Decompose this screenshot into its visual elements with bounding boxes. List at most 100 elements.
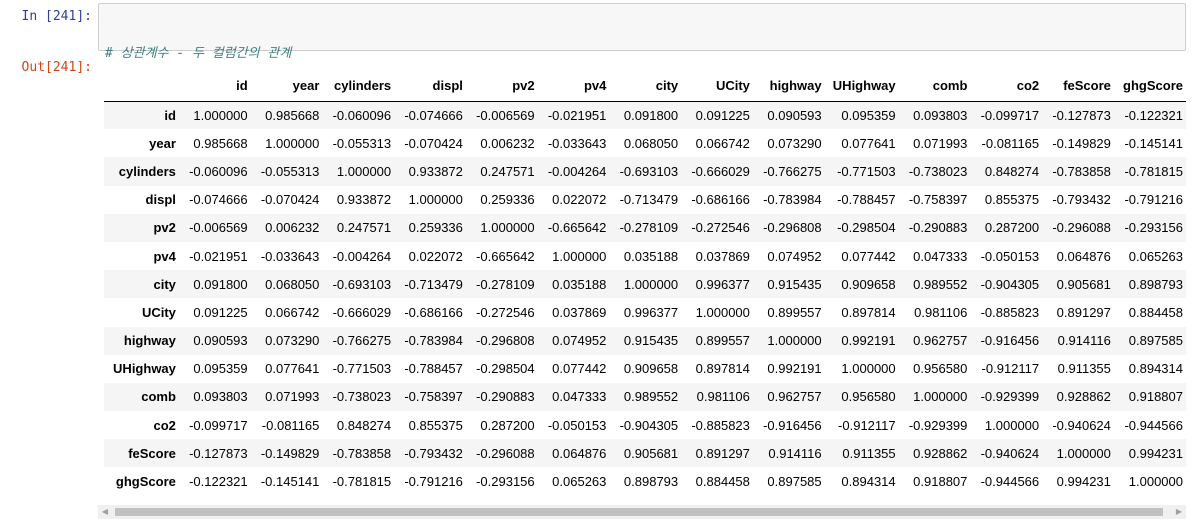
table-cell: 0.928862 [1056,389,1111,405]
table-cell: 0.073290 [265,333,320,349]
table-cell: 0.287200 [984,220,1040,236]
table-cell: 0.985668 [193,135,248,151]
table-cell: -0.666029 [332,304,392,320]
table-cell: -0.296088 [476,445,535,461]
table-cell: -0.099717 [980,107,1040,123]
table-cell: 1.000000 [913,389,968,405]
table-cell: -0.070424 [404,135,463,151]
table-cell: -0.686166 [691,192,750,208]
column-header: id [178,71,251,102]
table-cell: -0.666029 [691,163,750,179]
triangle-left-icon[interactable]: ◀ [98,505,112,519]
table-cell: 1.000000 [695,304,750,320]
table-cell: 0.095359 [841,107,896,123]
row-label: feScore [128,445,176,461]
table-cell: 0.909658 [623,361,679,377]
table-cell: 0.077641 [265,361,320,377]
table-cell: 0.914116 [768,445,822,461]
table-cell: 0.891297 [1056,304,1111,320]
output-area: id year cylinders displ pv2 pv4 city UCity highw… [104,71,1186,502]
table-cell: 0.914116 [1057,333,1111,349]
scrollbar-thumb[interactable] [115,508,1163,516]
table-cell: -0.060096 [189,163,248,179]
table-cell: 0.905681 [1056,276,1111,292]
table-cell: 1.000000 [408,192,463,208]
column-header: year [250,71,323,102]
horizontal-scrollbar[interactable]: ◀ ▶ [98,505,1186,519]
table-cell: -0.272546 [691,220,750,236]
table-cell: 0.071993 [265,389,320,405]
column-header: UCity [681,71,753,102]
table-cell: -0.296808 [763,220,822,236]
table-cell: -0.060096 [332,107,392,123]
table-cell: 0.898793 [623,474,679,490]
table-cell: -0.298504 [837,220,896,236]
table-cell: 0.247571 [480,163,535,179]
table-row: UHighway 0.095359 0.077641 -0.771503 -0.7884… [104,355,1186,383]
table-cell: -0.944566 [1124,417,1183,433]
table-row: co2 -0.099717 -0.081165 0.848274 0.855375 0.2… [104,411,1186,439]
table-cell: 0.884458 [695,474,750,490]
table-cell: 0.911355 [842,445,896,461]
table-cell: 0.064876 [552,445,607,461]
table-cell: 0.022072 [408,248,463,264]
table-cell: -0.771503 [332,361,392,377]
table-cell: 0.897814 [841,304,896,320]
table-cell: 0.918807 [913,474,968,490]
table-cell: -0.791216 [1124,192,1183,208]
table-cell: 0.091800 [193,276,248,292]
table-cell: -0.099717 [189,417,248,433]
output-prompt: Out[241]: [21,60,92,75]
table-cell: -0.940624 [980,445,1040,461]
row-label: highway [123,333,176,349]
table-cell: 0.897585 [767,474,822,490]
table-cell: -0.004264 [547,163,607,179]
table-cell: 1.000000 [767,333,822,349]
table-cell: -0.145141 [1124,135,1183,151]
table-cell: 0.899557 [695,333,750,349]
table-cell: 0.996377 [623,304,679,320]
index-header [104,71,179,102]
table-cell: -0.713479 [619,192,679,208]
table-cell: -0.006569 [476,107,535,123]
table-cell: -0.766275 [763,163,822,179]
table-cell: 0.897585 [1128,333,1183,349]
table-cell: -0.296088 [1052,220,1111,236]
table-cell: 0.899557 [767,304,822,320]
table-cell: 0.855375 [408,417,463,433]
table-row: id 1.000000 0.985668 -0.060096 -0.074666 -0.0… [104,101,1186,130]
triangle-right-icon[interactable]: ▶ [1172,505,1186,519]
table-cell: -0.074666 [404,107,463,123]
table-cell: 0.996377 [695,276,750,292]
table-cell: -0.033643 [260,248,320,264]
table-cell: 0.006232 [480,135,535,151]
table-cell: 0.077641 [841,135,896,151]
header-row: id year cylinders displ pv2 pv4 city UCity highw… [104,71,1186,102]
table-cell: -0.006569 [189,220,248,236]
table-cell: 0.035188 [552,276,607,292]
table-cell: 0.928862 [913,445,968,461]
table-row: feScore -0.127873 -0.149829 -0.783858 -0.793… [104,439,1186,468]
table-cell: -0.693103 [332,276,392,292]
table-cell: 0.933872 [336,192,392,208]
table-cell: -0.272546 [476,304,535,320]
row-label: co2 [153,417,176,433]
table-cell: 0.047333 [913,248,968,264]
table-cell: -0.050153 [547,417,607,433]
table-cell: -0.783984 [763,192,822,208]
table-cell: 1.000000 [552,248,607,264]
table-cell: 0.066742 [265,304,320,320]
row-label: cylinders [118,163,176,179]
code-cell-input[interactable]: # 상관계수 - 두 컬럼간의 관계 df.corr() [98,3,1186,115]
table-cell: -0.783858 [332,445,392,461]
table-cell: -0.149829 [1052,135,1111,151]
table-row: displ -0.074666 -0.070424 0.933872 1.000000 0… [104,186,1186,214]
table-row: highway 0.090593 0.073290 -0.766275 -0.78398… [104,326,1186,355]
table-cell: 0.994231 [1056,474,1111,490]
table-cell: 1.000000 [623,276,679,292]
table-cell: -0.788457 [404,361,463,377]
table-cell: 0.091800 [623,107,679,123]
table-cell: 0.287200 [480,417,535,433]
table-row: pv2 -0.006569 0.006232 0.247571 0.259336 1.00… [104,213,1186,242]
table-cell: -0.293156 [1124,220,1183,236]
